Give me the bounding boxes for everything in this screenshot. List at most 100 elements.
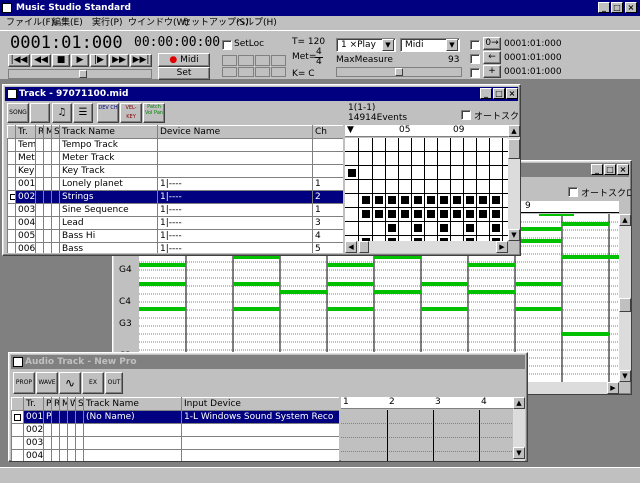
scroll-right-icon[interactable]: ▶	[607, 382, 619, 394]
table-row[interactable]: 003 Sine Sequence 1|---- 1	[7, 203, 343, 217]
col-m[interactable]: M	[43, 125, 52, 139]
scroll-up-icon[interactable]: ▲	[513, 397, 525, 409]
track-name[interactable]	[83, 449, 182, 461]
channel[interactable]: 2	[312, 190, 343, 204]
autoscroll-checkbox[interactable]	[461, 110, 471, 120]
channel[interactable]	[312, 164, 343, 178]
locator2-checkbox[interactable]	[470, 54, 480, 64]
col-track-name[interactable]: Track Name	[59, 125, 158, 139]
p-flag[interactable]: P	[43, 410, 52, 424]
close-button[interactable]: ×	[506, 88, 518, 99]
stop-button[interactable]: ■	[52, 54, 70, 67]
menu-help[interactable]: ヘルプ(H)	[236, 16, 277, 30]
col-w[interactable]: W	[67, 397, 76, 411]
col-ch[interactable]: Ch	[312, 125, 343, 139]
position-slider[interactable]	[8, 69, 152, 79]
channel[interactable]: 4	[312, 229, 343, 243]
input-device[interactable]	[181, 449, 339, 461]
channel[interactable]	[312, 138, 343, 152]
track-vscrollbar[interactable]: ▲ ▼	[508, 125, 520, 241]
vel-key-button[interactable]: VEL- KEY	[120, 103, 142, 123]
locator1-button[interactable]: 0→	[483, 37, 501, 50]
patch-vol-pan-button[interactable]: Patch Vol Pan	[143, 103, 165, 123]
midi-select[interactable]: Midi ▼	[400, 38, 460, 52]
menu-window[interactable]: ウインドウ(W)	[128, 16, 189, 30]
col-track-name[interactable]: Track Name	[83, 397, 182, 411]
scroll-up-icon[interactable]: ▲	[619, 214, 631, 226]
device-name[interactable]: 1|----	[157, 242, 313, 253]
scroll-thumb[interactable]	[359, 241, 369, 253]
table-row[interactable]: Tem Tempo Track	[7, 138, 343, 152]
locator-pad-grid[interactable]	[222, 55, 286, 77]
table-row[interactable]: 003	[11, 436, 339, 450]
out-button[interactable]: OUT	[105, 372, 123, 394]
device-name[interactable]: 1|----	[157, 190, 313, 204]
input-device[interactable]	[181, 436, 339, 450]
table-row-selected[interactable]: 002 Strings 1|---- 2	[7, 190, 343, 204]
table-row[interactable]: 006 Bass 1|---- 5	[7, 242, 343, 253]
scroll-right-icon[interactable]: ▶	[496, 241, 508, 253]
table-row[interactable]: Met Meter Track	[7, 151, 343, 165]
track-name[interactable]: Lonely planet	[59, 177, 158, 191]
track-name[interactable]	[83, 436, 182, 450]
col-p[interactable]: P	[43, 397, 52, 411]
scroll-down-icon[interactable]: ▼	[513, 447, 525, 459]
fast-forward-button[interactable]: ▶▶	[109, 54, 129, 67]
piano-vscrollbar[interactable]: ▲ ▼	[619, 214, 631, 382]
minimize-button[interactable]: _	[480, 88, 492, 99]
xplay-select[interactable]: 1 ×Play ▼	[336, 38, 396, 52]
col-tr[interactable]: Tr.	[15, 125, 36, 139]
midi-record-button[interactable]: ● Midi	[158, 53, 210, 67]
locator1-checkbox[interactable]	[470, 40, 480, 50]
audio-timeline-grid[interactable]	[341, 410, 513, 461]
table-row[interactable]: 004	[11, 449, 339, 461]
col-r[interactable]: R	[51, 397, 60, 411]
table-row[interactable]: 004 Lead 1|---- 3	[7, 216, 343, 230]
dev-ch-button[interactable]: DEV CH	[97, 103, 119, 123]
device-name[interactable]: 1|----	[157, 203, 313, 217]
locator3-button[interactable]: +	[483, 65, 501, 78]
channel[interactable]: 1	[312, 203, 343, 217]
minimize-button[interactable]: _	[591, 164, 603, 175]
device-name[interactable]	[157, 164, 313, 178]
chevron-down-icon[interactable]: ▼	[446, 39, 458, 51]
track-name[interactable]	[83, 423, 182, 437]
channel[interactable]: 1	[312, 177, 343, 191]
device-name[interactable]	[157, 138, 313, 152]
minimize-button[interactable]: _	[598, 2, 610, 13]
track-name[interactable]: Bass Hi	[59, 229, 158, 243]
menu-file[interactable]: ファイル(F)	[6, 16, 54, 30]
maximize-button[interactable]: □	[493, 88, 505, 99]
device-name[interactable]: 1|----	[157, 216, 313, 230]
locator2-button[interactable]: ←	[483, 51, 501, 64]
set-button[interactable]: Set	[158, 67, 210, 80]
menu-edit[interactable]: 編集(E)	[52, 16, 83, 30]
table-row[interactable]: Key Key Track	[7, 164, 343, 178]
chevron-down-icon[interactable]: ▼	[382, 39, 394, 51]
col-input-device[interactable]: Input Device	[181, 397, 339, 411]
channel[interactable]: 3	[312, 216, 343, 230]
forward-end-button[interactable]: ▶▶|	[130, 54, 152, 67]
close-button[interactable]: ×	[625, 2, 637, 13]
audio-vscrollbar[interactable]: ▲ ▼	[513, 397, 525, 461]
maximize-button[interactable]: □	[611, 2, 623, 13]
menu-run[interactable]: 実行(P)	[92, 16, 122, 30]
tool-blank-button[interactable]	[30, 103, 50, 123]
track-name[interactable]: Tempo Track	[59, 138, 158, 152]
col-m[interactable]: M	[59, 397, 68, 411]
scroll-down-icon[interactable]: ▼	[508, 229, 520, 241]
rewind-button[interactable]: ◀◀	[31, 54, 51, 67]
waveform-icon[interactable]: ∿	[59, 372, 81, 394]
maxmeasure-slider[interactable]	[336, 67, 462, 77]
locator3-checkbox[interactable]	[470, 68, 480, 78]
piano-autoscroll-checkbox[interactable]	[568, 187, 578, 197]
scroll-thumb[interactable]	[619, 298, 631, 312]
col-s[interactable]: S	[75, 397, 84, 411]
setloc-checkbox[interactable]	[222, 40, 232, 50]
input-device[interactable]: 1-L Windows Sound System Reco	[181, 410, 339, 424]
col-device-name[interactable]: Device Name	[157, 125, 313, 139]
table-row-selected[interactable]: 001 P (No Name) 1-L Windows Sound System Re…	[11, 410, 339, 424]
staff-icon[interactable]: ♫	[52, 103, 72, 123]
list-icon[interactable]: ☰	[73, 103, 93, 123]
col-s[interactable]: S	[51, 125, 60, 139]
